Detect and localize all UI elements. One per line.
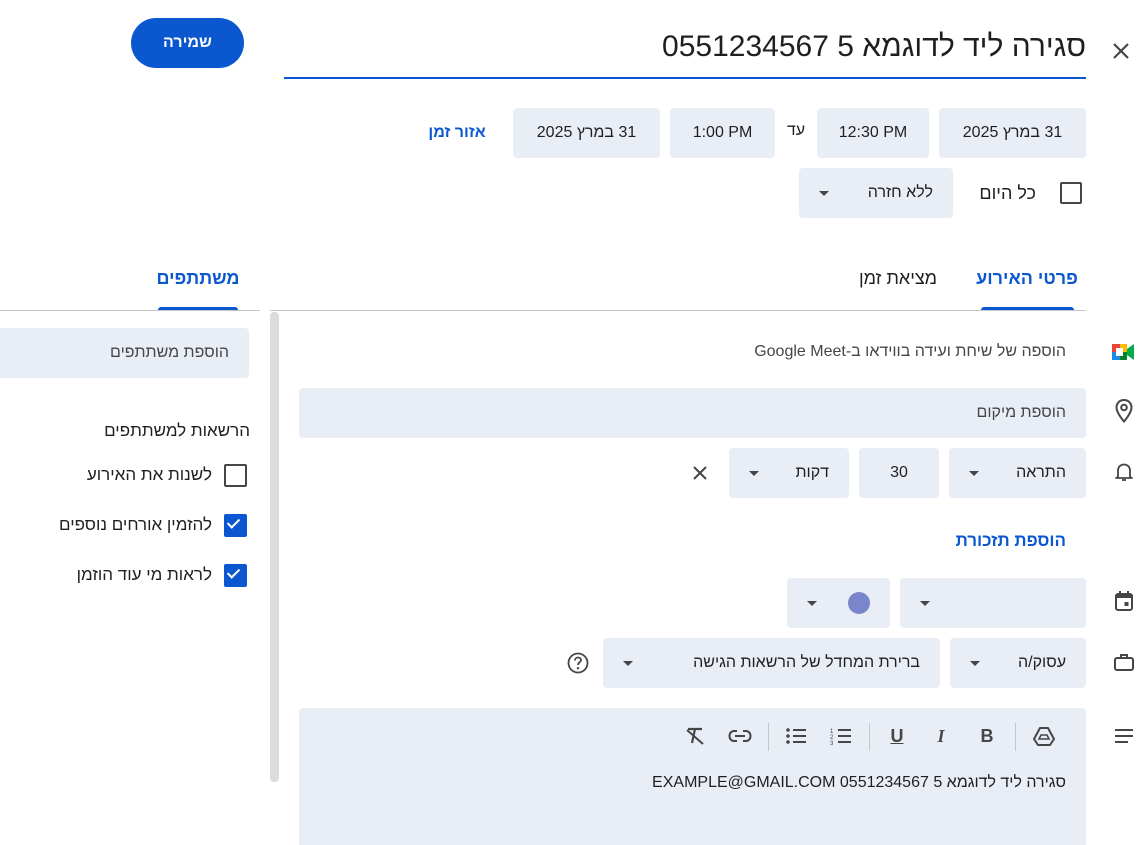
permissions-title: הרשאות למשתתפים bbox=[104, 421, 250, 440]
repeat-select[interactable]: ללא חזרה bbox=[799, 168, 953, 218]
tab-participants[interactable]: משתתפים bbox=[150, 268, 246, 289]
end-date-field[interactable]: 31 במרץ 2025 bbox=[513, 108, 660, 158]
description-icon bbox=[1112, 724, 1136, 748]
participants-divider bbox=[0, 310, 260, 311]
notification-type-value: התראה bbox=[1016, 464, 1066, 481]
chevron-down-icon bbox=[969, 470, 979, 476]
start-time-field[interactable]: 12:30 PM bbox=[817, 108, 929, 158]
notification-unit-select[interactable]: דקות bbox=[729, 448, 849, 498]
busy-status-select[interactable]: עסוק/ה bbox=[950, 638, 1086, 688]
google-drive-attach-icon[interactable] bbox=[1030, 722, 1058, 750]
notification-unit-value: דקות bbox=[795, 464, 829, 481]
permission-see-guests-label: לראות מי עוד הוזמן bbox=[76, 565, 212, 584]
bulleted-list-icon[interactable] bbox=[782, 722, 810, 750]
notification-type-select[interactable]: התראה bbox=[949, 448, 1086, 498]
toolbar-separator bbox=[869, 723, 870, 751]
help-icon[interactable] bbox=[566, 651, 590, 675]
end-time-field[interactable]: 1:00 PM bbox=[670, 108, 775, 158]
event-title-input[interactable]: סגירה ליד לדוגמא 5 0551234567 bbox=[284, 26, 1086, 76]
google-meet-icon bbox=[1110, 340, 1136, 364]
underline-icon[interactable]: U bbox=[883, 722, 911, 750]
permission-modify-checkbox[interactable] bbox=[224, 464, 247, 487]
event-color-select[interactable] bbox=[787, 578, 890, 628]
toolbar-separator bbox=[768, 723, 769, 751]
chevron-down-icon bbox=[623, 660, 633, 666]
remove-notification-icon[interactable] bbox=[686, 459, 714, 487]
permission-modify-label: לשנות את האירוע bbox=[86, 465, 212, 484]
add-participants-input[interactable]: הוספת משתתפים bbox=[0, 328, 249, 378]
scrollbar-thumb[interactable] bbox=[270, 312, 279, 782]
description-text[interactable]: סגירה ליד לדוגמא 5 0551234567 EXAMPLE@GM… bbox=[320, 774, 1066, 792]
chevron-down-icon bbox=[819, 190, 829, 196]
notification-value-input[interactable]: 30 bbox=[859, 448, 939, 498]
calendar-icon bbox=[1112, 588, 1136, 614]
italic-icon[interactable]: I bbox=[927, 722, 955, 750]
clear-formatting-icon[interactable] bbox=[681, 722, 709, 750]
tab-event-details[interactable]: פרטי האירוע bbox=[975, 268, 1079, 289]
visibility-select[interactable]: ברירת המחדל של הרשאות הגישה bbox=[603, 638, 940, 688]
chevron-down-icon bbox=[749, 470, 759, 476]
link-icon[interactable] bbox=[726, 722, 754, 750]
timezone-link[interactable]: אזור זמן bbox=[420, 124, 494, 142]
location-input[interactable]: הוספת מיקום bbox=[299, 388, 1086, 438]
toolbar-separator bbox=[1015, 723, 1016, 751]
event-color-swatch bbox=[848, 592, 870, 614]
chevron-down-icon bbox=[970, 660, 980, 666]
add-google-meet-link[interactable]: הוספה של שיחת ועידה בווידאו ב-Google Mee… bbox=[600, 343, 1066, 361]
bold-icon[interactable]: B bbox=[973, 722, 1001, 750]
chevron-down-icon bbox=[807, 600, 817, 606]
permission-invite-label: להזמין אורחים נוספים bbox=[59, 515, 212, 534]
permission-see-guests-checkbox[interactable] bbox=[224, 564, 247, 587]
start-date-field[interactable]: 31 במרץ 2025 bbox=[939, 108, 1086, 158]
permission-invite-checkbox[interactable] bbox=[224, 514, 247, 537]
save-button[interactable]: שמירה bbox=[131, 18, 244, 68]
busy-status-value: עסוק/ה bbox=[1018, 654, 1066, 671]
tabs-divider bbox=[270, 310, 1086, 311]
svg-text:3: 3 bbox=[830, 741, 834, 746]
numbered-list-icon[interactable]: 123 bbox=[827, 722, 855, 750]
close-icon[interactable] bbox=[1107, 36, 1135, 66]
to-label: עד bbox=[786, 122, 806, 139]
add-notification-link[interactable]: הוספת תזכורת bbox=[900, 531, 1066, 551]
bell-icon bbox=[1112, 459, 1136, 485]
tab-find-time[interactable]: מציאת זמן bbox=[848, 268, 948, 289]
visibility-value: ברירת המחדל של הרשאות הגישה bbox=[693, 654, 920, 671]
title-underline bbox=[284, 77, 1086, 79]
chevron-down-icon bbox=[920, 600, 930, 606]
repeat-value: ללא חזרה bbox=[867, 184, 933, 201]
calendar-select[interactable] bbox=[900, 578, 1086, 628]
all-day-label: כל היום bbox=[979, 183, 1036, 203]
all-day-checkbox[interactable] bbox=[1060, 182, 1082, 204]
location-pin-icon bbox=[1111, 398, 1137, 424]
briefcase-icon bbox=[1111, 649, 1137, 675]
